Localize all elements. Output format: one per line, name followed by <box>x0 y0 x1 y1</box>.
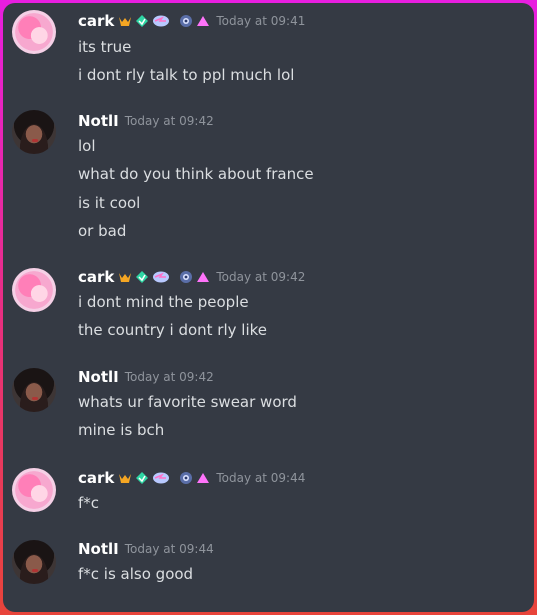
username[interactable]: cark <box>78 268 114 286</box>
boost-icon[interactable] <box>179 14 193 28</box>
message-header: cark Today at 09:44 <box>78 468 305 488</box>
timestamp: Today at 09:41 <box>216 14 306 28</box>
message-text: the country i dont rly like <box>78 321 268 339</box>
triangle-icon[interactable] <box>196 471 210 485</box>
message-text: f*c is also good <box>78 565 194 583</box>
triangle-icon[interactable] <box>196 14 210 28</box>
username[interactable]: NotlI <box>78 540 119 558</box>
message-header: NotlI Today at 09:42 <box>78 111 214 131</box>
timestamp: Today at 09:44 <box>124 542 214 556</box>
nitro-icon[interactable] <box>152 270 170 284</box>
avatar[interactable] <box>12 268 56 312</box>
username[interactable]: NotlI <box>78 368 119 386</box>
message-text: lol <box>78 137 96 155</box>
message-header: cark Today at 09:41 <box>78 11 305 31</box>
chat-panel: cark Today at 09:41 its true i dont rly … <box>3 3 534 612</box>
timestamp: Today at 09:44 <box>216 471 306 485</box>
timestamp: Today at 09:42 <box>124 114 214 128</box>
timestamp: Today at 09:42 <box>216 270 306 284</box>
nitro-icon[interactable] <box>152 14 170 28</box>
message-text: its true <box>78 38 132 56</box>
avatar[interactable] <box>12 540 56 584</box>
message-text: i dont mind the people <box>78 293 249 311</box>
avatar[interactable] <box>12 10 56 54</box>
triangle-icon[interactable] <box>196 270 210 284</box>
avatar[interactable] <box>12 468 56 512</box>
username[interactable]: cark <box>78 469 114 487</box>
message-text: what do you think about france <box>78 165 314 183</box>
hypesquad-icon[interactable] <box>118 14 132 28</box>
gem-icon[interactable] <box>135 471 149 485</box>
message-header: NotlI Today at 09:44 <box>78 539 214 559</box>
timestamp: Today at 09:42 <box>124 370 214 384</box>
message-text: or bad <box>78 222 127 240</box>
boost-icon[interactable] <box>179 471 193 485</box>
badge-row <box>118 14 210 28</box>
badge-row <box>118 471 210 485</box>
hypesquad-icon[interactable] <box>118 270 132 284</box>
message-header: cark Today at 09:42 <box>78 267 305 287</box>
hypesquad-icon[interactable] <box>118 471 132 485</box>
message-text: whats ur favorite swear word <box>78 393 297 411</box>
badge-row <box>118 270 210 284</box>
message-text: is it cool <box>78 194 141 212</box>
avatar[interactable] <box>12 110 56 154</box>
boost-icon[interactable] <box>179 270 193 284</box>
message-header: NotlI Today at 09:42 <box>78 367 214 387</box>
gem-icon[interactable] <box>135 14 149 28</box>
message-text: f*c <box>78 494 100 512</box>
username[interactable]: NotlI <box>78 112 119 130</box>
message-text: i dont rly talk to ppl much lol <box>78 66 295 84</box>
message-text: mine is bch <box>78 421 165 439</box>
username[interactable]: cark <box>78 12 114 30</box>
gem-icon[interactable] <box>135 270 149 284</box>
avatar[interactable] <box>12 368 56 412</box>
nitro-icon[interactable] <box>152 471 170 485</box>
